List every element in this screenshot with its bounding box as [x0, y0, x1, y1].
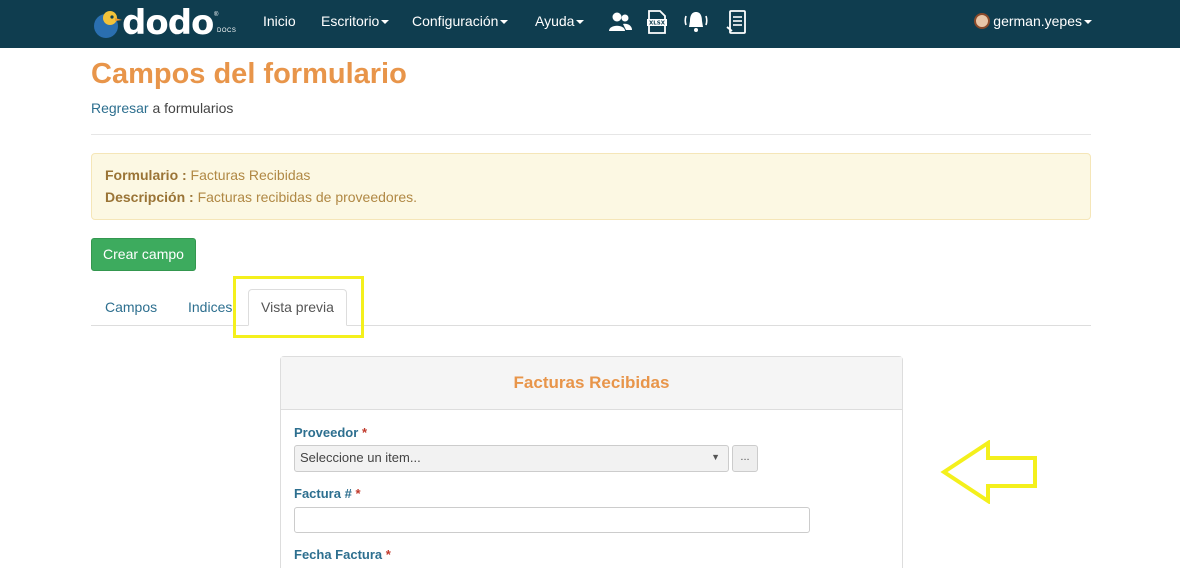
factura-label: Factura # *	[294, 486, 361, 501]
svg-text:XLSX: XLSX	[649, 21, 666, 27]
form-info-alert: Formulario : Facturas Recibidas Descripc…	[91, 153, 1091, 220]
avatar	[974, 13, 991, 29]
dodo-bird-icon	[94, 11, 122, 38]
form-preview-panel: Facturas Recibidas Proveedor * Seleccion…	[280, 356, 903, 568]
fecha-factura-label: Fecha Factura *	[294, 547, 391, 562]
form-name-label: Formulario :	[105, 167, 187, 183]
annotation-arrow-icon	[940, 440, 1037, 504]
proveedor-label-text: Proveedor	[294, 425, 359, 440]
required-marker: *	[361, 425, 367, 440]
page-title: Campos del formulario	[91, 58, 407, 90]
top-navbar: dodo ® DOCS Inicio Escritorio Configurac…	[0, 0, 1180, 48]
users-icon[interactable]	[607, 9, 633, 35]
form-name-row: Formulario : Facturas Recibidas	[105, 167, 1077, 189]
proveedor-browse-button[interactable]: ...	[732, 445, 758, 472]
caret-down-icon	[576, 20, 585, 25]
form-description-value: Facturas recibidas de proveedores.	[193, 189, 418, 205]
factura-input[interactable]	[294, 507, 810, 533]
required-marker: *	[385, 547, 391, 562]
required-marker: *	[355, 486, 361, 501]
bell-alert-icon[interactable]	[683, 9, 709, 35]
brand-subtitle: DOCS	[217, 28, 237, 34]
annotation-highlight-box	[233, 276, 364, 338]
factura-label-text: Factura #	[294, 486, 352, 501]
caret-down-icon	[1084, 20, 1092, 25]
divider	[91, 134, 1091, 135]
nav-escritorio[interactable]: Escritorio	[321, 13, 390, 29]
back-link-row: Regresar a formularios	[91, 100, 233, 116]
username: german.yepes	[993, 13, 1082, 29]
caret-down-icon	[500, 20, 509, 25]
nav-configuracion[interactable]: Configuración	[412, 13, 509, 29]
nav-escritorio-label: Escritorio	[321, 13, 380, 29]
brand-registered-mark: ®	[214, 12, 219, 18]
nav-inicio-label: Inicio	[263, 13, 296, 29]
fecha-factura-label-text: Fecha Factura	[294, 547, 383, 562]
nav-inicio[interactable]: Inicio	[263, 13, 296, 29]
proveedor-select[interactable]: Seleccione un item... ▼	[294, 445, 729, 472]
back-link-suffix: a formularios	[148, 100, 234, 116]
form-preview-title: Facturas Recibidas	[281, 357, 902, 410]
tab-campos[interactable]: Campos	[105, 299, 157, 315]
form-description-label: Descripción :	[105, 189, 194, 205]
chevron-down-icon: ▼	[711, 452, 720, 462]
proveedor-select-value: Seleccione un item...	[300, 450, 421, 465]
nav-configuracion-label: Configuración	[412, 13, 499, 29]
brand-logo[interactable]: dodo ® DOCS	[92, 3, 242, 43]
form-description-row: Descripción : Facturas recibidas de prov…	[105, 189, 1077, 211]
nav-ayuda-label: Ayuda	[535, 13, 575, 29]
create-field-button[interactable]: Crear campo	[91, 238, 196, 271]
tab-indices[interactable]: Indices	[188, 299, 232, 315]
caret-down-icon	[381, 20, 390, 25]
nav-ayuda[interactable]: Ayuda	[535, 13, 585, 29]
document-list-icon[interactable]	[724, 9, 750, 35]
xlsx-file-icon[interactable]: XLSX	[644, 9, 670, 35]
form-name-value: Facturas Recibidas	[186, 167, 311, 183]
back-link[interactable]: Regresar	[91, 100, 149, 116]
proveedor-label: Proveedor *	[294, 425, 367, 440]
user-menu[interactable]: german.yepes	[974, 13, 1092, 29]
brand-name: dodo	[122, 3, 214, 43]
